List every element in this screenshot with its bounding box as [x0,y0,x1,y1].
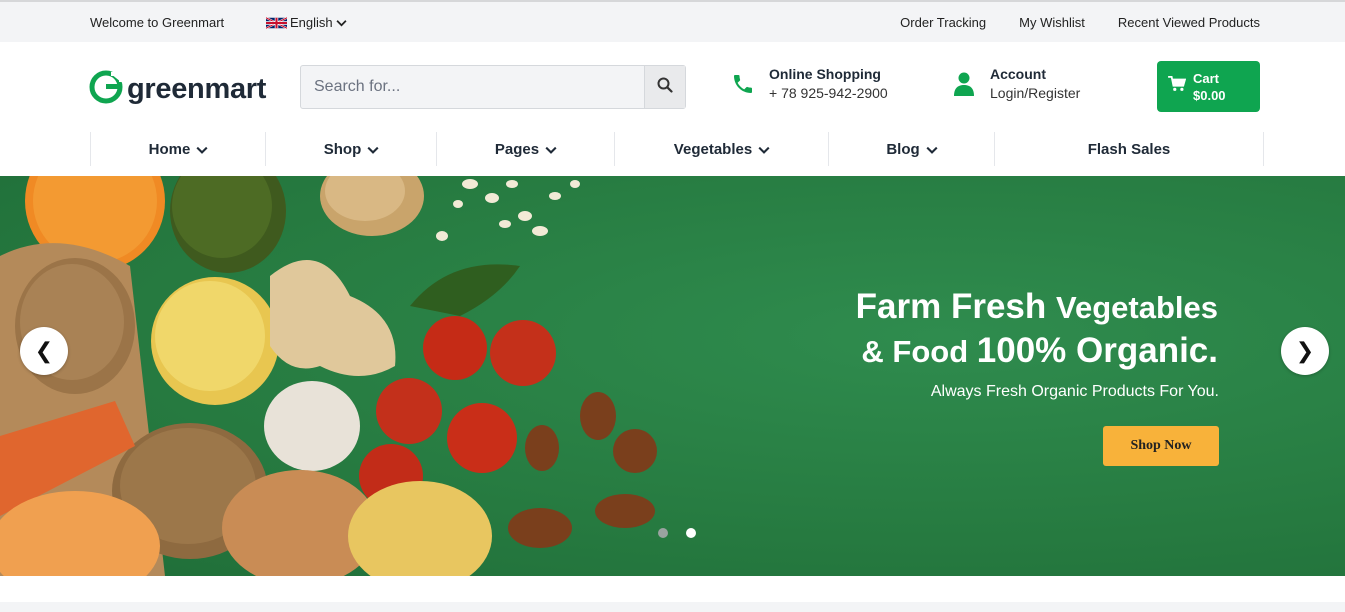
next-slide-button[interactable]: ❯ [1281,327,1329,375]
slider-dot[interactable] [658,528,668,538]
hero-title: Farm Fresh Vegetables & Food 100% Organi… [856,286,1218,374]
prev-slide-button[interactable]: ❮ [20,327,68,375]
nav-item-pages[interactable]: Pages [436,132,615,166]
chevron-down-icon [545,141,557,158]
logo[interactable]: greenmart [89,70,266,109]
cart-button[interactable]: Cart $0.00 [1157,61,1260,112]
account-title: Account [990,66,1046,82]
nav-label: Flash Sales [1087,140,1171,158]
hero-title-part: & Food [861,334,969,369]
account-info[interactable]: Account Login/Register [952,66,1080,104]
chevron-down-icon [196,141,208,158]
slider-dots [658,528,696,538]
logo-icon [89,70,123,109]
nav-item-blog[interactable]: Blog [828,132,995,166]
order-tracking-link[interactable]: Order Tracking [900,15,986,30]
uk-flag-icon [265,16,288,30]
nav-label: Vegetables [673,140,753,158]
hero-slider: Farm Fresh Vegetables & Food 100% Organi… [0,176,1345,576]
recent-products-link[interactable]: Recent Viewed Products [1118,15,1260,30]
hero-subtitle: Always Fresh Organic Products For You. [930,383,1219,400]
welcome-text: Welcome to Greenmart [90,15,225,30]
login-register-link[interactable]: Login/Register [990,83,1080,104]
chevron-down-icon [926,141,938,158]
chevron-down-icon [336,15,347,30]
search-icon [657,77,673,98]
produce-image [0,176,657,576]
nav-item-home[interactable]: Home [90,132,266,166]
search-input[interactable] [301,66,644,108]
hero-title-part: Farm Fresh [855,287,1047,326]
top-links: Order Tracking My Wishlist Recent Viewed… [900,15,1260,30]
chevron-right-icon: ❯ [1295,338,1315,363]
language-selector[interactable]: English [265,15,347,30]
nav-item-flash-sales[interactable]: Flash Sales [994,132,1264,166]
phone-icon [731,72,755,104]
contact-phone[interactable]: + 78 925-942-2900 [769,83,888,104]
nav-label: Blog [886,140,920,158]
cart-icon [1168,76,1187,97]
top-bar: Welcome to Greenmart English Order Track… [0,0,1345,42]
cart-label: Cart [1193,70,1220,86]
language-label: English [290,15,333,30]
hero-title-part: 100% Organic. [976,331,1218,370]
chevron-left-icon: ❮ [34,338,54,363]
user-icon [952,71,976,104]
page-divider [0,602,1345,612]
chevron-down-icon [758,141,770,158]
logo-text: greenmart [127,73,267,105]
hero-title-part: Vegetables [1056,290,1218,325]
cart-total: $0.00 [1193,87,1226,103]
contact-info: Online Shopping + 78 925-942-2900 [731,66,888,104]
chevron-down-icon [367,141,379,158]
nav-label: Pages [494,140,540,158]
contact-title: Online Shopping [769,66,881,82]
nav-item-vegetables[interactable]: Vegetables [614,132,829,166]
nav-label: Shop [323,140,362,158]
shop-now-button[interactable]: Shop Now [1103,426,1219,466]
search-bar [300,65,686,109]
wishlist-link[interactable]: My Wishlist [1019,15,1085,30]
search-button[interactable] [644,66,685,108]
nav-label: Home [148,140,191,158]
nav-item-shop[interactable]: Shop [265,132,437,166]
main-nav: Home Shop Pages Vegetables Blog Flash Sa… [0,132,1345,176]
main-header: greenmart Online Shopping + 78 925-942-2… [0,42,1345,132]
slider-dot-active[interactable] [686,528,696,538]
